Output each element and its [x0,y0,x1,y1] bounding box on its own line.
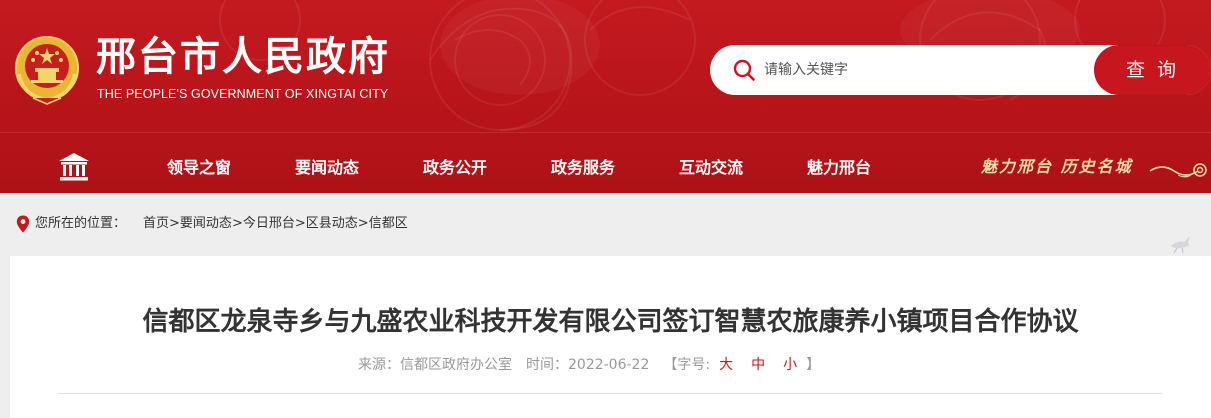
article-meta: 来源：信都区政府办公室 时间：2022-06-22 【字号: 大中小】 [358,355,820,375]
breadcrumb-item-county-news[interactable]: 区县动态 [306,216,358,231]
breadcrumb-item-home[interactable]: 首页 [143,216,169,231]
breadcrumb-item-today-xingtai[interactable]: 今日邢台 [243,216,295,231]
breadcrumb-separator: > [357,216,369,231]
article-time: 2022-06-22 [568,357,650,373]
nav-slogan: 魅力邢台 历史名城 [981,157,1133,176]
font-size-label: 【字号: [663,357,711,373]
search-input[interactable] [764,55,1064,85]
font-size-control: 【字号: 大中小】 [663,357,820,373]
breadcrumb-item-news[interactable]: 要闻动态 [180,216,232,231]
breadcrumb-label: 您所在的位置： [35,216,127,231]
breadcrumb-item-xindu[interactable]: 信都区 [369,216,408,231]
site-title: 邢台市人民政府 [96,34,390,80]
nav-item-interaction[interactable]: 互动交流 [679,156,743,180]
breadcrumb-separator: > [294,216,306,231]
nav-item-leaders[interactable]: 领导之窗 [167,156,231,180]
search-icon[interactable] [733,59,755,81]
government-building-icon[interactable] [58,152,90,182]
breadcrumb-separator: > [231,216,243,231]
font-size-end: 】 [806,357,821,373]
nav-item-gov-services[interactable]: 政务服务 [551,156,615,180]
time-label: 时间： [526,357,568,373]
breadcrumb: 首页>要闻动态>今日邢台>区县动态>信都区 [143,215,408,233]
breadcrumb-separator: > [169,216,180,231]
crane-decoration-icon [1171,236,1190,254]
source-label: 来源： [358,357,400,373]
article-title: 信都区龙泉寺乡与九盛农业科技开发有限公司签订智慧农旅康养小镇项目合作协议 [142,307,1079,337]
search-button[interactable]: 查 询 [1094,45,1211,95]
nav-item-charming-xingtai[interactable]: 魅力邢台 [807,156,871,180]
header-divider [0,132,1211,133]
site-subtitle: THE PEOPLE'S GOVERNMENT OF XINGTAI CITY [97,87,389,101]
font-size-large-button[interactable]: 大 [710,355,742,375]
font-size-small-button[interactable]: 小 [774,355,806,375]
location-pin-icon [16,215,30,233]
article-source: 信都区政府办公室 [400,357,512,373]
nav-item-gov-affairs-disclosure[interactable]: 政务公开 [423,156,487,180]
font-size-medium-button[interactable]: 中 [742,355,774,375]
nav-item-news[interactable]: 要闻动态 [295,156,359,180]
national-emblem-icon [15,36,79,105]
meta-divider [58,393,1162,394]
cloud-swirl-icon [1149,163,1207,178]
